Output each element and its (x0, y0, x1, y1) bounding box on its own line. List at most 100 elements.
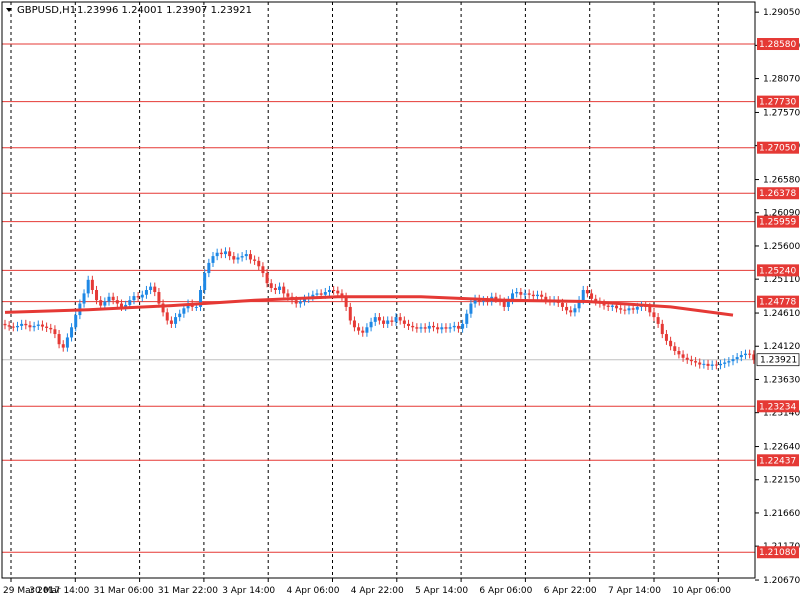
y-tick-label: 1.24120 (763, 342, 800, 352)
chart-header: GBPUSD,H1 1.23996 1.24001 1.23907 1.2392… (6, 5, 252, 16)
candle-body (440, 327, 444, 330)
price-chart[interactable]: 1.290501.285601.280701.275701.270801.265… (0, 0, 800, 600)
candle-body (332, 290, 336, 291)
candle-body (20, 323, 24, 326)
candle-body (269, 283, 273, 288)
candle-body (627, 308, 631, 311)
level-price-label: 1.28580 (759, 40, 796, 50)
candle-body (248, 254, 252, 260)
level-price-label: 1.23234 (759, 402, 796, 412)
candle-body (652, 312, 656, 318)
candle-body (590, 293, 594, 299)
candle-body (581, 290, 585, 301)
candle-body (461, 323, 465, 329)
candle-body (469, 303, 473, 314)
x-tick-label: 30 Mar 14:00 (29, 586, 89, 596)
candle-body (606, 305, 610, 307)
candle-body (182, 308, 186, 314)
candle-body (65, 337, 69, 348)
candle-body (90, 279, 94, 290)
level-price-label: 1.25959 (759, 218, 796, 228)
level-price-label: 1.27730 (759, 98, 796, 108)
candle-body (119, 303, 123, 307)
candle-body (95, 290, 99, 301)
y-tick-label: 1.22150 (763, 476, 800, 486)
candle-body (635, 306, 639, 310)
candle-body (361, 330, 365, 333)
candle-body (223, 251, 227, 255)
candle-body (28, 325, 32, 328)
ohlc-values: 1.23996 1.24001 1.23907 1.23921 (77, 5, 252, 16)
candle-body (631, 308, 635, 310)
candle-body (57, 334, 61, 345)
y-tick-label: 1.29050 (763, 8, 800, 18)
x-tick-label: 4 Apr 22:00 (351, 586, 404, 596)
candle-body (169, 320, 173, 324)
candle-body (377, 317, 381, 321)
candle-body (99, 300, 103, 306)
candle-body (149, 286, 153, 290)
candle-body (194, 306, 198, 308)
candle-body (357, 327, 361, 331)
level-price-label: 1.22437 (759, 456, 796, 466)
candle-body (540, 294, 544, 297)
candle-body (523, 293, 527, 295)
candle-body (706, 363, 710, 366)
candle-body (456, 325, 460, 329)
candle-body (61, 344, 65, 348)
candle-body (336, 290, 340, 294)
candle-body (3, 323, 7, 326)
candle-body (232, 256, 236, 260)
candle-body (689, 359, 693, 362)
candle-body (423, 327, 427, 329)
candle-body (369, 321, 373, 328)
candle-body (373, 317, 377, 322)
candle-body (107, 296, 111, 302)
candle-body (253, 259, 257, 261)
x-tick-label: 5 Apr 14:00 (415, 586, 468, 596)
y-tick-label: 1.28070 (763, 75, 800, 85)
candle-body (714, 364, 718, 366)
candle-body (24, 323, 28, 326)
candle-body (702, 363, 706, 365)
candle-body (694, 361, 698, 363)
y-tick-label: 1.25110 (763, 275, 800, 285)
candle-body (282, 286, 286, 294)
candle-body (698, 362, 702, 365)
candle-body (436, 327, 440, 330)
candle-body (411, 325, 415, 328)
candle-body (527, 293, 531, 295)
candle-body (390, 320, 394, 322)
candle-body (569, 310, 573, 313)
candle-body (535, 294, 539, 297)
candle-body (710, 364, 714, 366)
x-tick-label: 3 Apr 14:00 (222, 586, 275, 596)
candle-body (36, 324, 40, 326)
candle-body (731, 359, 735, 362)
candle-body (228, 251, 232, 257)
candle-body (257, 260, 261, 267)
candle-body (743, 353, 747, 356)
candle-body (531, 294, 535, 297)
candle-body (394, 317, 398, 322)
candle-body (157, 292, 161, 304)
candle-body (648, 306, 652, 313)
candle-body (128, 300, 132, 305)
candle-body (502, 301, 506, 307)
candle-body (178, 313, 182, 318)
candle-body (685, 357, 689, 360)
candle-body (735, 357, 739, 360)
current-price-label: 1.23921 (760, 356, 797, 366)
y-tick-label: 1.21660 (763, 509, 800, 519)
candle-body (45, 326, 49, 328)
candle-body (448, 327, 452, 329)
candle-body (739, 355, 743, 358)
candle-body (111, 296, 115, 301)
candle-body (515, 292, 519, 294)
candle-body (444, 327, 448, 329)
chart-background (0, 0, 800, 600)
level-price-label: 1.25240 (759, 266, 796, 276)
candle-body (132, 296, 136, 301)
candle-body (673, 346, 677, 351)
candle-body (278, 286, 282, 290)
